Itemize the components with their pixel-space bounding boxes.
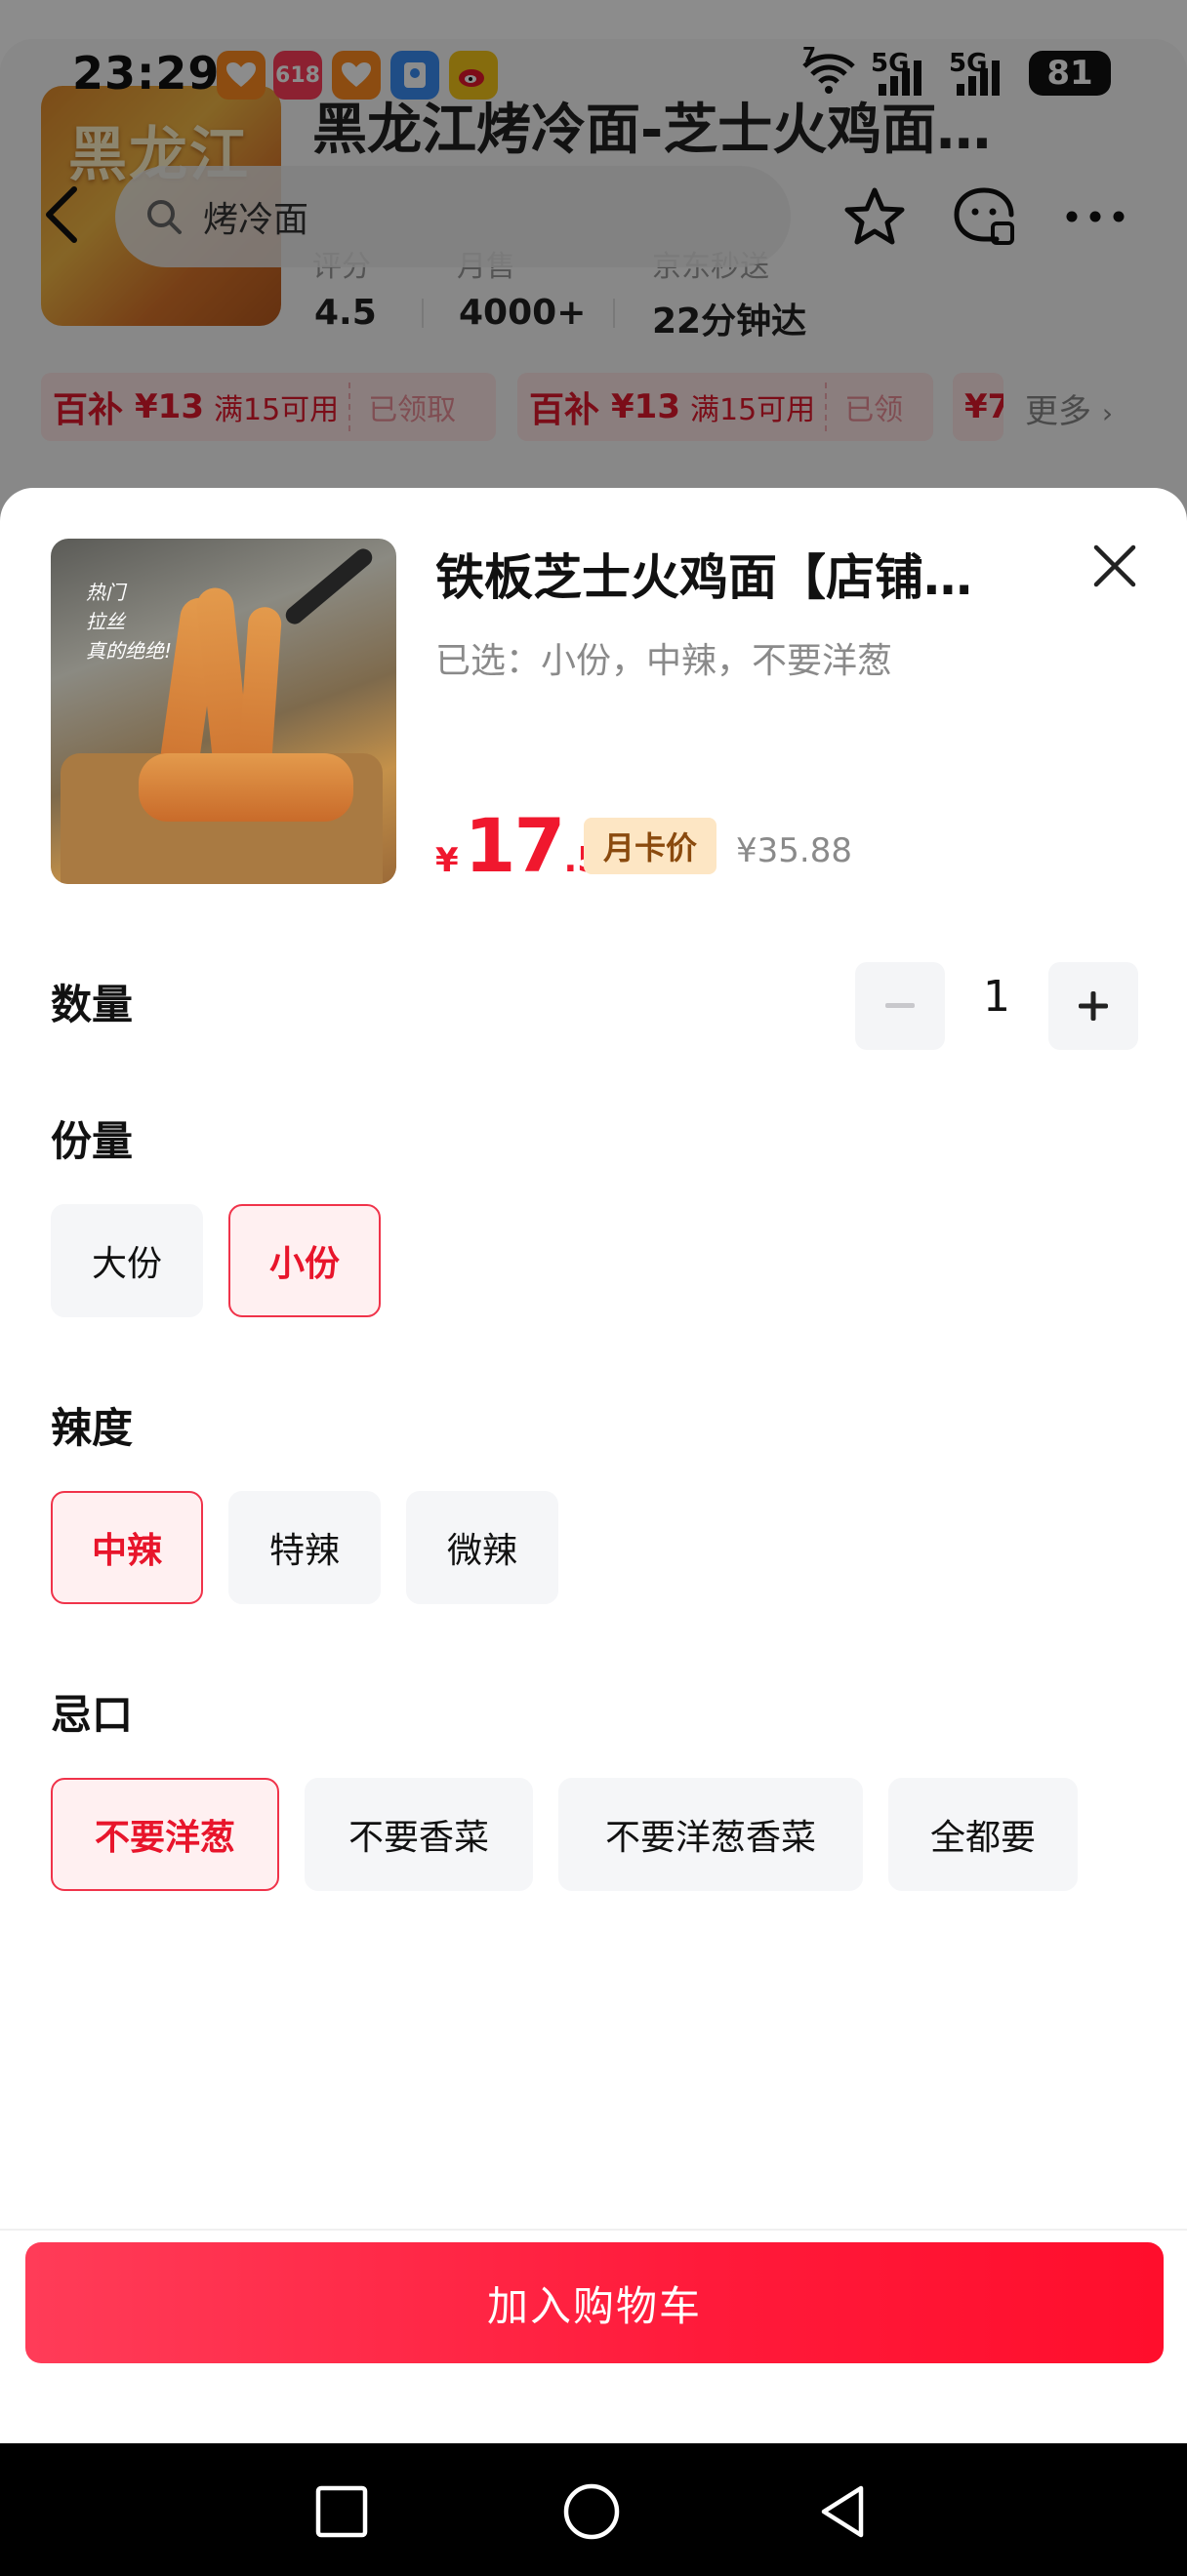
price: ¥ 17 .5 xyxy=(435,802,601,889)
price-integer: 17 xyxy=(464,802,566,889)
circle-icon xyxy=(563,2483,620,2540)
quantity-label: 数量 xyxy=(51,981,134,1028)
system-nav-bar xyxy=(0,2443,1187,2576)
portion-option-small[interactable]: 小份 xyxy=(228,1204,381,1317)
spice-option-mild[interactable]: 微辣 xyxy=(406,1491,558,1604)
modal-overlay[interactable] xyxy=(0,0,1187,546)
product-options-sheet: 热门 拉丝 真的绝绝! 铁板芝士火鸡面【店铺… 已选：小份，中辣，不要洋葱 ¥ … xyxy=(0,488,1187,2443)
home-button[interactable] xyxy=(560,2480,623,2543)
triangle-back-icon xyxy=(821,2485,864,2538)
spice-option-extra-hot[interactable]: 特辣 xyxy=(228,1491,381,1604)
add-to-cart-button[interactable]: 加入购物车 xyxy=(25,2242,1164,2363)
quantity-increase-button[interactable] xyxy=(1048,962,1138,1050)
footer-divider xyxy=(0,2229,1187,2231)
quantity-value: 1 xyxy=(983,972,1010,1022)
avoid-option-no-onion-cilantro[interactable]: 不要洋葱香菜 xyxy=(558,1778,863,1891)
plus-icon xyxy=(1079,991,1108,1021)
store-page-background: 黑龙江 黑龙江烤冷面-芝士火鸡面… 评分 月售 京东秒送 4.5 4000+ 2… xyxy=(0,0,1187,546)
price-currency: ¥ xyxy=(435,841,459,880)
avoid-label: 忌口 xyxy=(51,1691,134,1739)
quantity-decrease-button[interactable] xyxy=(855,962,945,1050)
monthly-card-badge: 月卡价 xyxy=(584,818,716,874)
recent-apps-button[interactable] xyxy=(310,2480,373,2543)
selected-summary: 已选：小份，中辣，不要洋葱 xyxy=(435,641,893,681)
product-title: 铁板芝士火鸡面【店铺… xyxy=(435,549,972,606)
square-icon xyxy=(315,2485,368,2538)
spice-option-medium[interactable]: 中辣 xyxy=(51,1491,203,1604)
close-button[interactable] xyxy=(1084,535,1146,597)
avoid-option-no-cilantro[interactable]: 不要香菜 xyxy=(305,1778,533,1891)
avoid-option-all[interactable]: 全都要 xyxy=(888,1778,1078,1891)
portion-option-large[interactable]: 大份 xyxy=(51,1204,203,1317)
product-image-caption: 热门 拉丝 真的绝绝! xyxy=(86,581,173,663)
fork-shape xyxy=(282,544,376,628)
close-icon xyxy=(1093,544,1136,587)
original-price: ¥35.88 xyxy=(736,831,852,870)
system-back-button[interactable] xyxy=(812,2480,875,2543)
avoid-option-no-onion[interactable]: 不要洋葱 xyxy=(51,1778,279,1891)
product-image[interactable]: 热门 拉丝 真的绝绝! xyxy=(51,539,396,884)
portion-label: 份量 xyxy=(51,1117,134,1165)
spice-label: 辣度 xyxy=(51,1404,134,1452)
minus-icon xyxy=(885,1003,915,1008)
